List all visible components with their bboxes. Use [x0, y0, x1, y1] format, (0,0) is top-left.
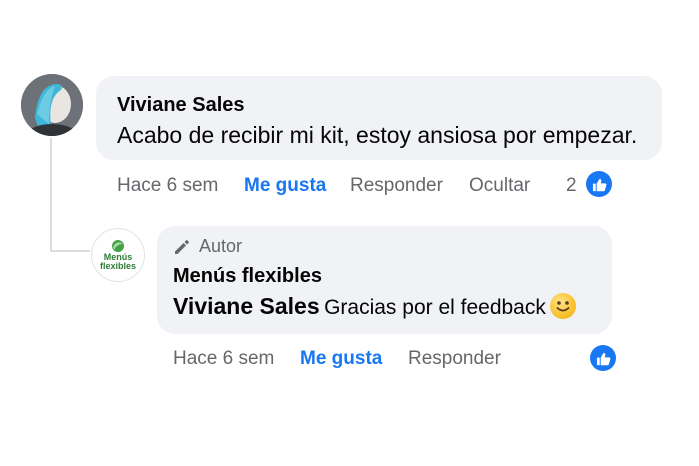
reply-like-button[interactable]: Me gusta [300, 348, 382, 370]
like-count[interactable]: 2 [566, 175, 577, 197]
avatar-photo [21, 74, 83, 136]
smiling-face-icon [550, 293, 577, 319]
thread-connector-vertical [50, 138, 52, 252]
reply-reply-button[interactable]: Responder [408, 348, 501, 370]
thread-connector-horizontal [50, 250, 90, 252]
reply-timestamp[interactable]: Hace 6 sem [173, 348, 274, 370]
page-avatar[interactable]: Menús flexibles [91, 228, 145, 282]
page-avatar-text: Menús flexibles [99, 252, 137, 271]
reply-author-name[interactable]: Menús flexibles [173, 265, 322, 288]
mention-link[interactable]: Viviane Sales [173, 293, 320, 319]
like-button[interactable]: Me gusta [244, 175, 326, 197]
avatar[interactable] [21, 74, 83, 136]
comment-text: Acabo de recibir mi kit, estoy ansiosa p… [117, 122, 638, 148]
like-thumb-icon[interactable] [586, 171, 612, 197]
author-badge: Autor [173, 236, 242, 257]
author-badge-label: Autor [199, 236, 243, 256]
pencil-icon [175, 239, 189, 254]
brand-logo-icon [112, 240, 124, 252]
reply-text-row: Viviane Sales Gracias por el feedback [173, 293, 577, 320]
reply-text: Gracias por el feedback [324, 296, 546, 319]
comment-bubble: Viviane Sales Acabo de recibir mi kit, e… [96, 76, 662, 160]
hide-button[interactable]: Ocultar [469, 175, 530, 197]
comment-author-name[interactable]: Viviane Sales [117, 94, 245, 117]
like-thumb-icon[interactable] [590, 345, 616, 371]
comment-timestamp[interactable]: Hace 6 sem [117, 175, 218, 197]
reply-button[interactable]: Responder [350, 175, 443, 197]
reply-bubble: Autor Menús flexibles Viviane Sales Grac… [157, 226, 612, 334]
